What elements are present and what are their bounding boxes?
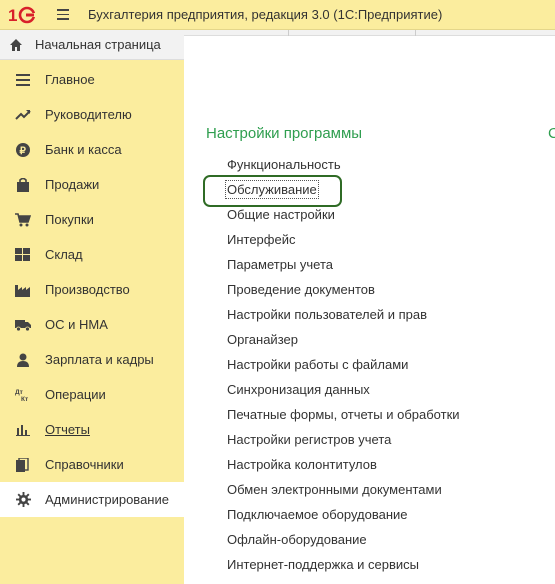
link-accounting-parameters[interactable]: Параметры учета [227,256,460,281]
sidebar-item-label: Производство [45,282,130,297]
svg-text:1: 1 [8,6,17,25]
link-organizer[interactable]: Органайзер [227,331,460,356]
gear-icon [15,492,31,508]
settings-links-list: Функциональность Обслуживание Общие наст… [225,156,460,581]
warehouse-icon [15,247,31,263]
link-headers-footers[interactable]: Настройка колонтитулов [227,456,460,481]
sidebar-item-label: Главное [45,72,95,87]
factory-icon [15,282,31,298]
window-title: Бухгалтерия предприятия, редакция 3.0 (1… [88,7,443,22]
bag-icon [15,177,31,193]
link-connected-equipment[interactable]: Подключаемое оборудование [227,506,460,531]
sidebar-item-references[interactable]: Справочники [0,447,184,482]
ruble-icon: ₽ [15,142,31,158]
person-icon [15,352,31,368]
svg-text:₽: ₽ [20,146,27,157]
link-maintenance[interactable]: Обслуживание [225,180,460,206]
link-functionality[interactable]: Функциональность [227,156,460,181]
sidebar-item-label: Склад [45,247,83,262]
sidebar-item-label: Покупки [45,212,94,227]
sidebar-item-main[interactable]: Главное [0,62,184,97]
sidebar-item-label: ОС и НМА [45,317,108,332]
sidebar-item-label: Администрирование [45,492,169,507]
title-bar: 1 Бухгалтерия предприятия, редакция 3.0 … [0,0,555,30]
sections-panel: Начальная страница Главное Руководителю … [0,30,184,584]
tabs-bar [184,30,555,36]
main-menu-button[interactable] [50,2,76,28]
link-registers-settings[interactable]: Настройки регистров учета [227,431,460,456]
sidebar-item-label: Отчеты [45,422,90,437]
books-icon [15,457,31,473]
link-print-forms[interactable]: Печатные формы, отчеты и обработки [227,406,460,431]
trend-icon [15,107,31,123]
main-content: Настройки программы С Функциональность О… [184,30,555,584]
sidebar-item-salary[interactable]: Зарплата и кадры [0,342,184,377]
link-internet-support[interactable]: Интернет-поддержка и сервисы [227,556,460,581]
cart-icon [15,212,31,228]
truck-icon [15,317,31,333]
link-edo-exchange[interactable]: Обмен электронными документами [227,481,460,506]
1c-logo: 1 [8,4,42,26]
svg-text:Кт: Кт [21,396,28,402]
home-icon [10,38,22,51]
sidebar-item-purchases[interactable]: Покупки [0,202,184,237]
section-title-clipped: С [548,125,555,142]
sidebar-item-operations[interactable]: Дт Кт Операции [0,377,184,412]
section-title-program-settings: Настройки программы [206,125,363,142]
sidebar-item-label: Продажи [45,177,100,192]
link-file-settings[interactable]: Настройки работы с файлами [227,356,460,381]
sidebar-item-bank[interactable]: ₽ Банк и касса [0,132,184,167]
sidebar-item-fixed-assets[interactable]: ОС и НМА [0,307,184,342]
sidebar-item-warehouse[interactable]: Склад [0,237,184,272]
dt-kt-icon: Дт Кт [15,387,31,403]
link-users-and-rights[interactable]: Настройки пользователей и прав [227,306,460,331]
hamburger-icon [57,9,69,11]
bar-chart-icon [15,422,31,438]
sidebar-item-label: Руководителю [45,107,132,122]
link-offline-equipment[interactable]: Офлайн-оборудование [227,531,460,556]
sidebar-item-production[interactable]: Производство [0,272,184,307]
home-page-button[interactable]: Начальная страница [0,30,184,60]
sidebar-item-label: Справочники [45,457,124,472]
sidebar-item-manager[interactable]: Руководителю [0,97,184,132]
sidebar-item-administration[interactable]: Администрирование [0,482,184,517]
link-document-posting[interactable]: Проведение документов [227,281,460,306]
sidebar-item-reports[interactable]: Отчеты [0,412,184,447]
link-general-settings[interactable]: Общие настройки [227,206,460,231]
sidebar-item-label: Банк и касса [45,142,122,157]
home-page-label: Начальная страница [35,37,161,52]
svg-text:Дт: Дт [15,389,23,396]
list-icon [15,72,31,88]
link-interface[interactable]: Интерфейс [227,231,460,256]
link-data-sync[interactable]: Синхронизация данных [227,381,460,406]
sidebar-item-sales[interactable]: Продажи [0,167,184,202]
sidebar-item-label: Операции [45,387,106,402]
sidebar-item-label: Зарплата и кадры [45,352,154,367]
